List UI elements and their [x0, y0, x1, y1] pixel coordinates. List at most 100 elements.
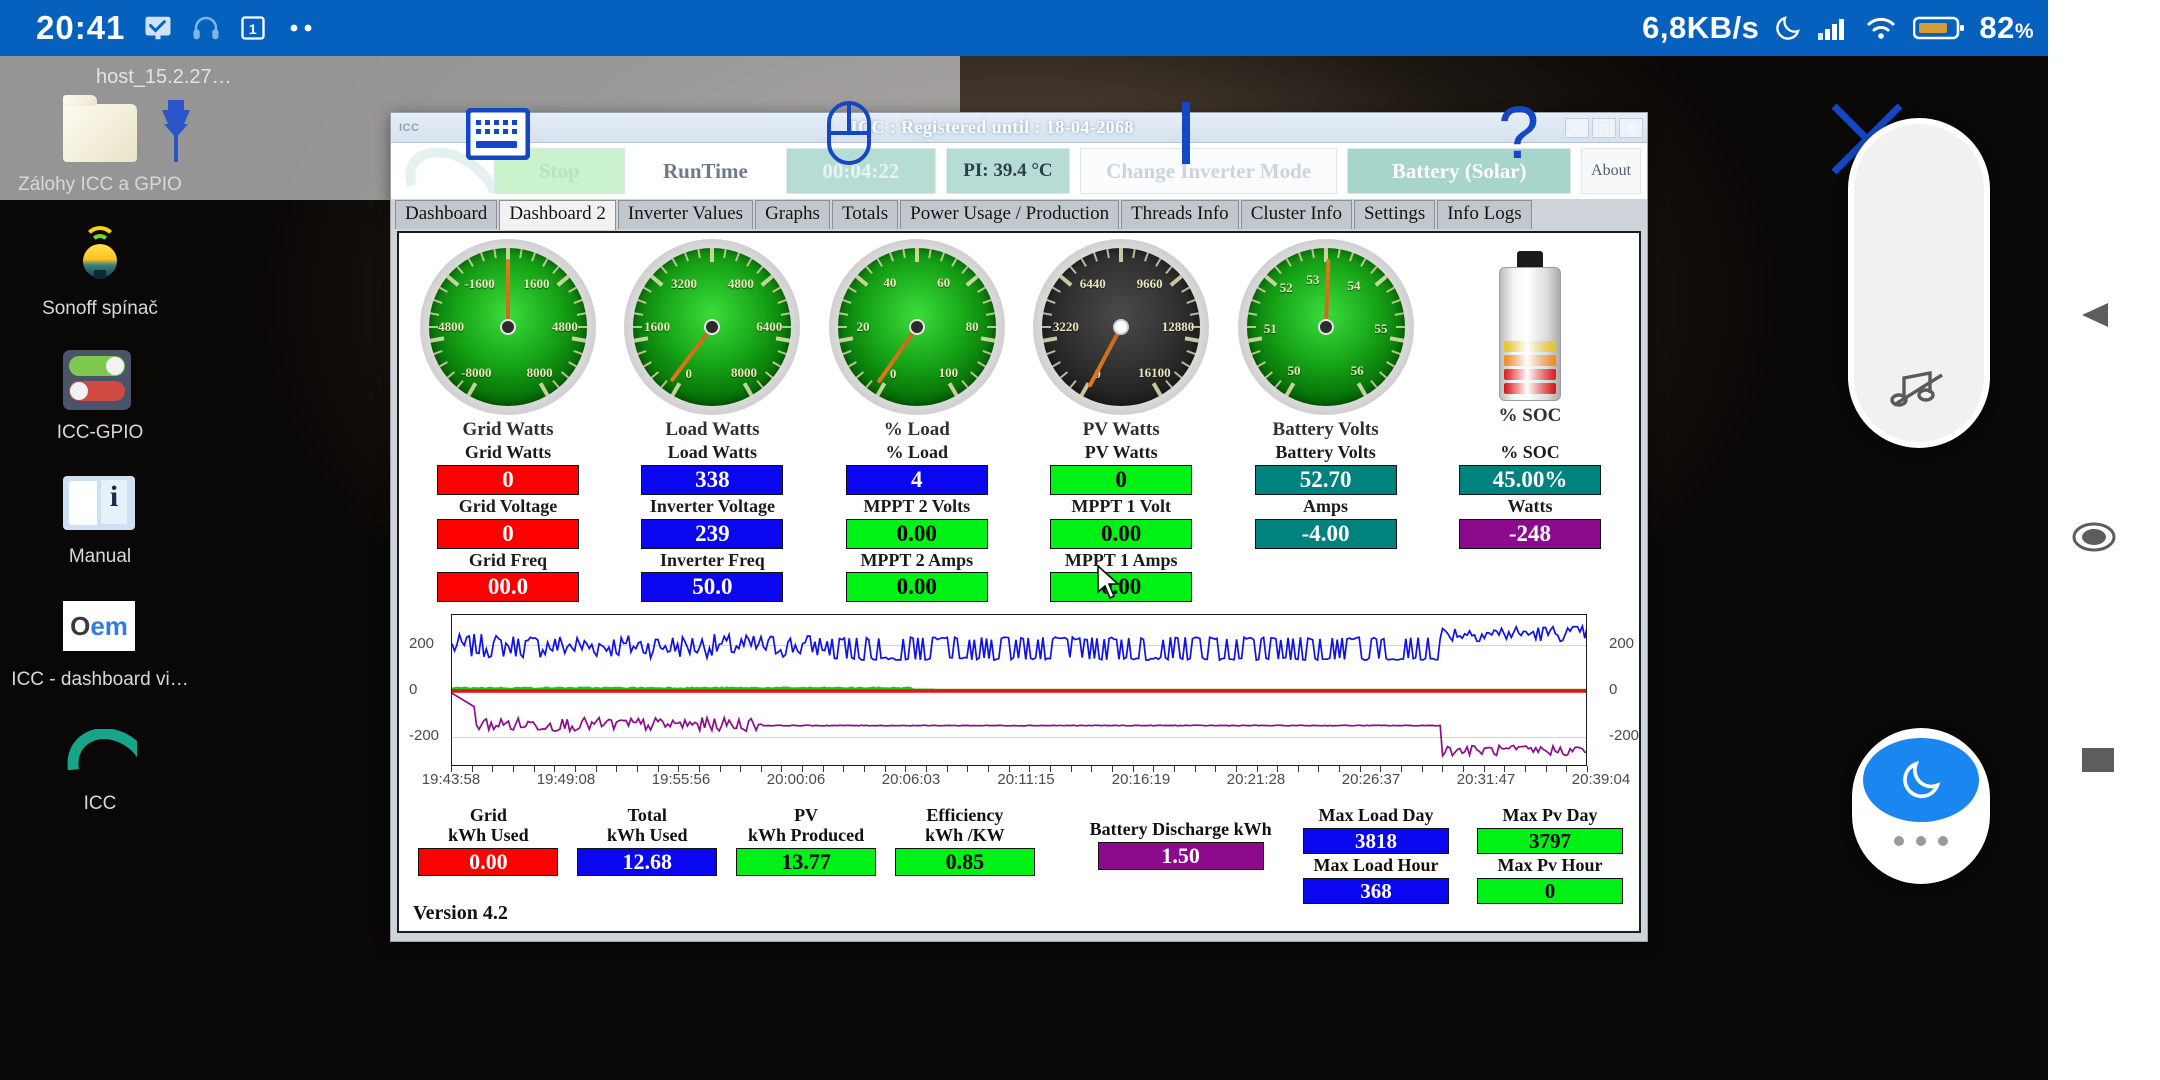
value-grid-voltage: Grid Voltage 0 — [409, 495, 607, 549]
gauge-label: % Load — [883, 419, 950, 440]
total-caption-line1: Total — [627, 805, 667, 825]
value-percent-load: % Load 4 — [818, 442, 1016, 495]
tab-power-usage-production[interactable]: Power Usage / Production — [900, 200, 1120, 229]
desktop-icon-icc-gpio[interactable]: ICC-GPIO — [0, 342, 200, 444]
desktop-icon-column: Zálohy ICC a GPIO Sonoff spínač ICC-GPIO… — [0, 56, 200, 837]
runtime-label: RunTime — [634, 148, 776, 194]
gauge-label: Battery Volts — [1272, 419, 1379, 440]
chart-x-tick-label: 20:26:37 — [1341, 771, 1401, 789]
total-efficiency: Efficiency kWh /KW 0.85 — [885, 805, 1044, 877]
tab-graphs[interactable]: Graphs — [755, 200, 830, 229]
value-grid-watts: Grid Watts 0 — [409, 442, 607, 495]
tab-totals[interactable]: Totals — [831, 200, 899, 229]
floating-pill-control[interactable] — [1848, 118, 1990, 448]
value-pv-watts: PV Watts 0 — [1022, 442, 1220, 495]
battery-segment — [1503, 341, 1556, 352]
tab-dashboard-2[interactable]: Dashboard 2 — [499, 200, 616, 230]
wifi-icon — [1865, 15, 1899, 41]
tab-cluster-info[interactable]: Cluster Info — [1240, 200, 1352, 229]
value-caption: % SOC — [1500, 442, 1560, 462]
chart-x-tick-label: 20:31:47 — [1456, 771, 1516, 789]
value-caption: Grid Voltage — [458, 495, 558, 516]
floating-round-control[interactable] — [1852, 728, 1990, 884]
folder-icon — [63, 94, 137, 168]
change-inverter-mode-button[interactable]: Change Inverter Mode — [1079, 148, 1338, 194]
recents-square-icon[interactable] — [2082, 748, 2114, 772]
value-box: 52.70 — [1254, 464, 1397, 495]
gauge-tick-label: 50 — [1287, 363, 1301, 379]
chart-x-tick-label: 19:43:58 — [421, 771, 481, 789]
tab-threads-info[interactable]: Threads Info — [1121, 200, 1239, 229]
home-circle-icon[interactable] — [2072, 520, 2116, 559]
about-button[interactable]: About — [1581, 148, 1642, 194]
pi-temperature: PI: 39.4 °C — [946, 148, 1070, 194]
stop-button[interactable]: Stop — [493, 148, 625, 194]
battery-segment — [1503, 369, 1556, 380]
value-row: Grid Voltage 0 Inverter Voltage 239 MPPT… — [409, 495, 1629, 551]
desktop-icon-sonoff[interactable]: Sonoff spínač — [0, 218, 200, 320]
value-box: 338 — [641, 464, 784, 495]
max-caption: Max Load Day — [1318, 805, 1434, 825]
window-title-bar[interactable]: ICC ICC : Registered until : 18-04-2068 … — [391, 113, 1647, 143]
gauge-dial: 53 54 52 51 55 50 56 — [1237, 239, 1414, 415]
battery-segment — [1503, 383, 1556, 394]
more-dots-icon[interactable] — [1894, 836, 1948, 846]
toggle-switch-icon — [63, 342, 137, 416]
mute-music-icon[interactable] — [1890, 369, 1948, 416]
gauge-percent-load: 40 60 20 80 0 100 % Load — [818, 239, 1016, 441]
gauge-hub — [1317, 319, 1334, 335]
value-caption: PV Watts — [1084, 442, 1158, 462]
more-dots-icon — [285, 21, 319, 35]
tab-inverter-values[interactable]: Inverter Values — [617, 200, 754, 229]
max-caption: Max Load Hour — [1313, 855, 1439, 876]
mouse-cursor — [1096, 564, 1122, 603]
battery-mode-indicator[interactable]: Battery (Solar) — [1347, 148, 1572, 194]
back-triangle-icon[interactable] — [2078, 300, 2112, 335]
value-spacer — [1431, 551, 1629, 605]
gauge-label: Grid Watts — [462, 419, 554, 440]
tab-settings[interactable]: Settings — [1353, 200, 1436, 229]
desktop-icon-manual[interactable]: Manual — [0, 466, 200, 568]
value-caption: Load Watts — [667, 442, 757, 462]
value-load-watts: Load Watts 338 — [613, 442, 811, 495]
chart-series-load-watts — [452, 623, 1586, 662]
total-battery-discharge: Battery Discharge kWh 1.50 — [1088, 805, 1273, 871]
gauge-tick-label: 12880 — [1161, 319, 1195, 334]
total-caption-line2: kWh Produced — [747, 825, 865, 846]
desktop-icon-oem[interactable]: Oem ICC - dashboard vi… — [0, 589, 200, 691]
value-mppt2-volts: MPPT 2 Volts 0.00 — [818, 496, 1016, 549]
battery-segment — [1503, 355, 1556, 366]
gauge-tick-label: 16100 — [1138, 364, 1171, 380]
crescent-moon-icon — [1773, 13, 1803, 43]
power-timeseries-chart: 200 0 -200 200 0 -200 19:43:58 19:49:08 19:55:… — [407, 608, 1639, 799]
total-caption-line1: Grid — [469, 805, 507, 825]
totals-section: Grid kWh Used 0.00 Total kWh Used 12.68 PV… — [399, 799, 1639, 931]
minimize-button[interactable]: – — [1565, 117, 1589, 138]
screen-root: 20:41 1 6,8KB/s 82% host_15.2.27… Zálohy… — [0, 0, 2160, 1080]
value-box: 0 — [1050, 464, 1193, 495]
value-amps: Amps -4.00 — [1227, 495, 1425, 549]
value-caption: Grid Freq — [468, 549, 548, 570]
desktop-icon-zalohy[interactable]: Zálohy ICC a GPIO — [0, 94, 200, 196]
value-soc: % SOC 45.00% — [1431, 442, 1629, 495]
value-caption: Amps — [1303, 495, 1349, 516]
gauge-tick-label: 4800 — [438, 319, 465, 334]
moon-icon[interactable] — [1863, 738, 1979, 822]
maximize-button[interactable]: □ — [1592, 117, 1616, 138]
gauge-tick-label: 1600 — [523, 276, 550, 292]
max-value: 3818 — [1303, 828, 1449, 855]
gauge-label: PV Watts — [1082, 419, 1160, 440]
gauge-tick-label: 53 — [1306, 271, 1320, 287]
max-values-grid: Max Load Day 3818 Max Pv Day 3797 Max Lo… — [1297, 805, 1629, 905]
cellular-signal-icon — [1817, 15, 1851, 41]
desktop-icon-label: Sonoff spínač — [42, 297, 158, 319]
version-label: Version 4.2 — [413, 902, 508, 924]
close-button[interactable]: ✕ — [1619, 117, 1643, 138]
chart-y-tick-label: 200 — [1609, 635, 1635, 653]
tab-info-logs[interactable]: Info Logs — [1437, 200, 1532, 229]
desktop-icon-icc[interactable]: ICC — [0, 713, 200, 815]
gauge-tick-label: 55 — [1374, 320, 1388, 336]
value-caption: Grid Watts — [464, 442, 552, 462]
value-box: 00.0 — [437, 572, 579, 603]
chart-y-tick-label: 200 — [409, 635, 435, 653]
